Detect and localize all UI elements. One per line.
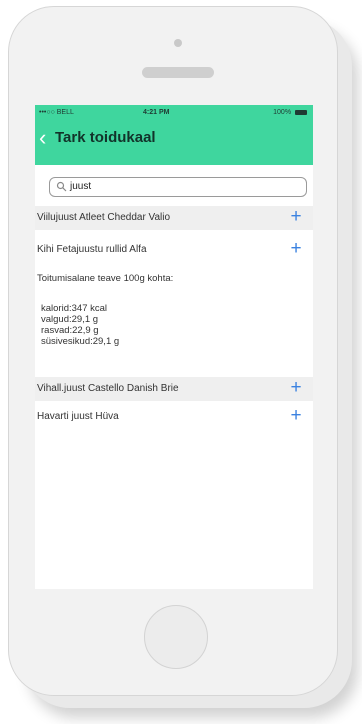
nutrient-protein: valgud:29,1 g (41, 314, 99, 325)
plus-icon[interactable]: + (289, 405, 303, 427)
plus-icon[interactable]: + (289, 238, 303, 260)
plus-icon[interactable]: + (289, 206, 303, 228)
search-input[interactable]: juust (70, 181, 91, 192)
plus-icon[interactable]: + (289, 377, 303, 399)
nav-header: •••○○ BELL 4:21 PM 100% ‹ Tark toidukaal (35, 105, 313, 165)
battery-icon (295, 109, 307, 115)
nutrition-heading: Toitumisalane teave 100g kohta: (37, 273, 174, 284)
speaker (142, 67, 214, 78)
home-button[interactable] (144, 605, 208, 669)
nutrient-fat: rasvad:22,9 g (41, 325, 99, 336)
nutrition-list: kalorid:347 kcal valgud:29,1 g rasvad:22… (41, 303, 119, 347)
list-item-label: Viilujuust Atleet Cheddar Valio (37, 212, 171, 223)
carrier-label: •••○○ BELL (39, 109, 74, 116)
back-chevron-icon[interactable]: ‹ (39, 127, 55, 149)
list-item[interactable]: Kihi Fetajuustu rullid Alfa + (35, 238, 313, 262)
battery-indicator: 100% (273, 109, 307, 116)
nutrient-carbs: süsivesikud:29,1 g (41, 336, 120, 347)
screen: •••○○ BELL 4:21 PM 100% ‹ Tark toidukaal… (35, 105, 313, 589)
battery-label: 100% (273, 109, 292, 116)
list-item-label: Vihall.juust Castello Danish Brie (37, 383, 179, 394)
list-item[interactable]: Vihall.juust Castello Danish Brie + (35, 377, 313, 401)
list-item[interactable]: Havarti juust Hüva + (35, 405, 313, 429)
phone-frame: •••○○ BELL 4:21 PM 100% ‹ Tark toidukaal… (8, 6, 338, 696)
page-title: Tark toidukaal (55, 129, 156, 146)
search-icon (56, 181, 67, 192)
search-field[interactable]: juust (49, 177, 307, 197)
time-label: 4:21 PM (143, 109, 170, 116)
status-bar: •••○○ BELL 4:21 PM 100% (35, 109, 313, 121)
list-item-label: Kihi Fetajuustu rullid Alfa (37, 244, 147, 255)
camera (174, 39, 182, 47)
nutrient-calories: kalorid:347 kcal (41, 303, 108, 314)
list-item[interactable]: Viilujuust Atleet Cheddar Valio + (35, 206, 313, 230)
list-item-label: Havarti juust Hüva (37, 411, 119, 422)
